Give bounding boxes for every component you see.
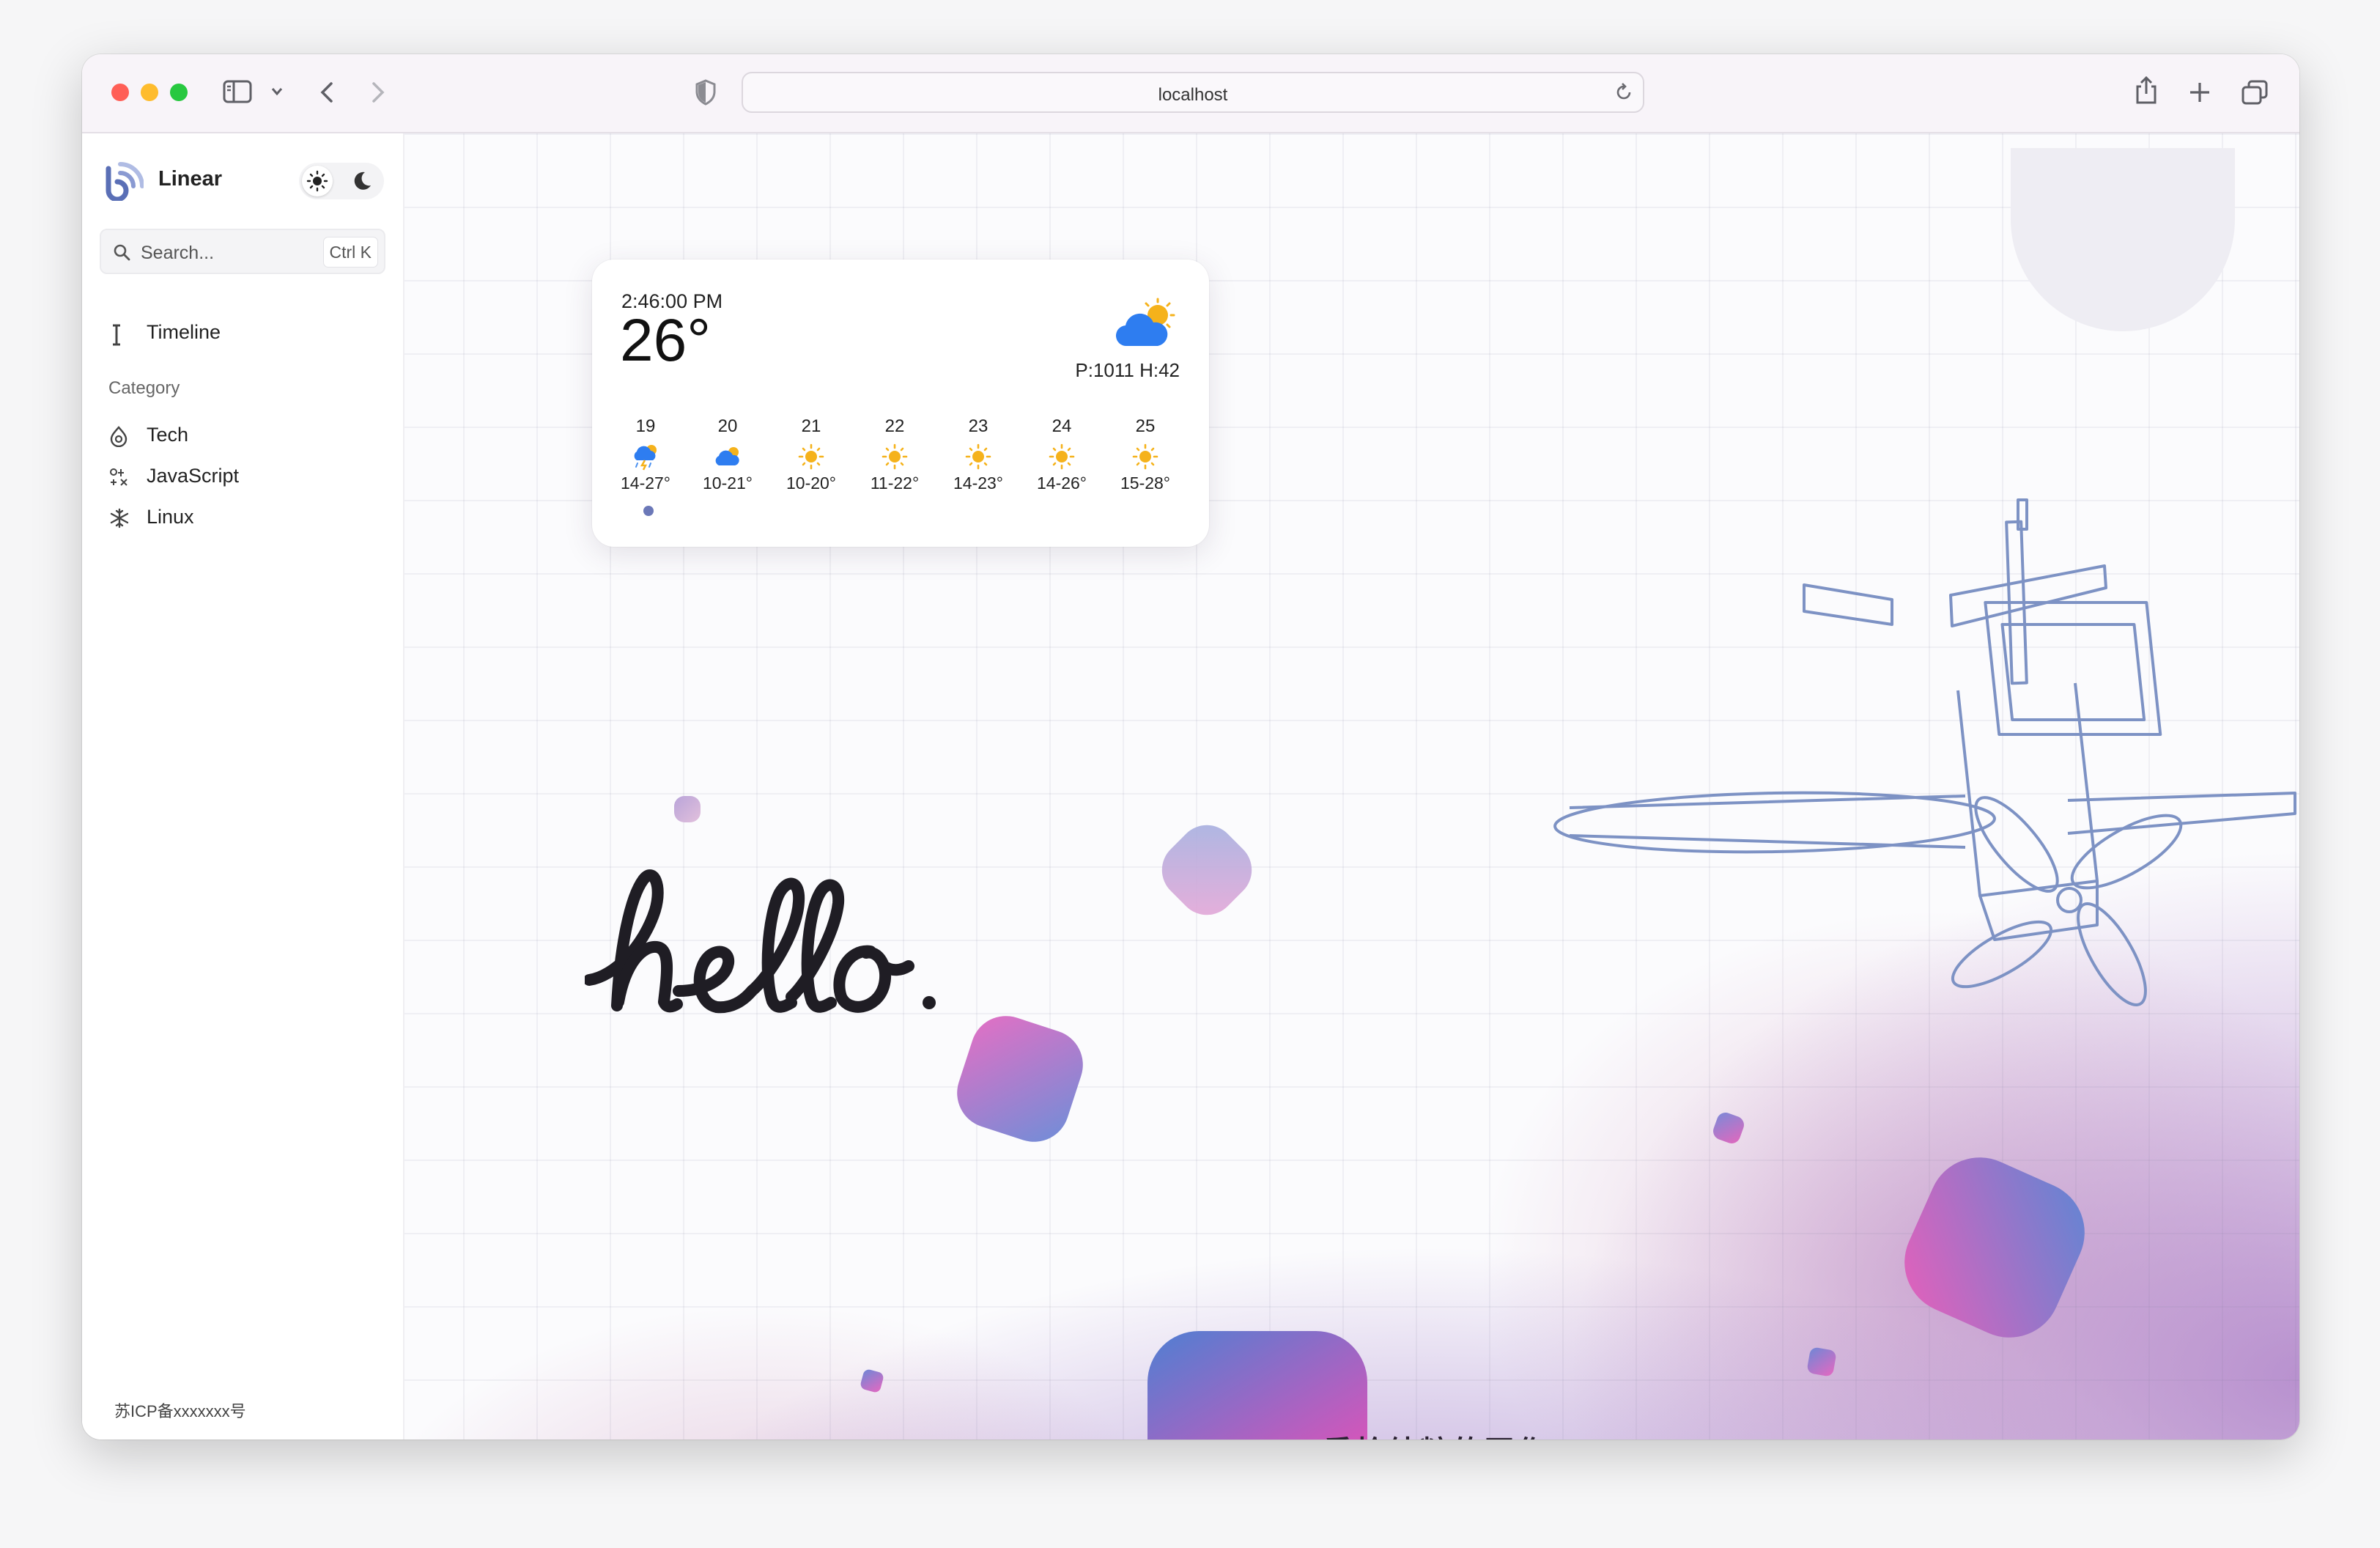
- zoom-window-button[interactable]: [170, 84, 188, 101]
- forecast-day: 21 10-20°: [771, 416, 851, 493]
- icp-license-link[interactable]: 苏ICP备xxxxxxx号: [114, 1398, 246, 1422]
- forward-icon[interactable]: [369, 81, 387, 104]
- sidebar-item-javascript[interactable]: JavaScript: [104, 465, 368, 490]
- sunny-icon: [771, 443, 851, 471]
- decorative-blob: [1713, 1113, 1744, 1143]
- weather-temperature: 26°: [620, 307, 712, 374]
- address-bar-text: localhost: [1158, 85, 1228, 105]
- forecast-date: 19: [635, 416, 656, 436]
- minimize-window-button[interactable]: [141, 84, 158, 101]
- forecast-day: 24 14-26°: [1021, 416, 1102, 493]
- brand-name[interactable]: Linear: [158, 167, 222, 191]
- forecast-date: 25: [1135, 416, 1156, 436]
- hero-tagline: 重拾纯粹的写作: [1323, 1428, 1549, 1440]
- browser-window: localhost Linear Search... Ctrl K Timeli…: [82, 54, 2299, 1440]
- search-shortcut-badge: Ctrl K: [322, 237, 378, 268]
- forecast-date: 20: [717, 416, 738, 436]
- hello-lettering: [585, 869, 936, 1014]
- sidebar-item-label: Timeline: [147, 321, 221, 343]
- forecast-day: 23 14-23°: [938, 416, 1019, 493]
- sidebar-item-tech[interactable]: Tech: [104, 424, 368, 449]
- decorative-blob: [1904, 1157, 2085, 1338]
- sidebar-toggle-icon[interactable]: [223, 79, 252, 104]
- forecast-date: 22: [884, 416, 905, 436]
- thunderstorm-icon: [605, 443, 686, 471]
- timeline-icon: [108, 322, 125, 353]
- decorative-blob: [1161, 825, 1252, 915]
- forecast-range: 14-26°: [1036, 473, 1087, 493]
- selected-day-indicator: [643, 506, 654, 516]
- linux-icon: [108, 507, 130, 534]
- search-placeholder: Search...: [141, 243, 215, 263]
- main-canvas: 2:46:00 PM 26° P:1011 H:42 19 14-27° 20 …: [404, 133, 2299, 1440]
- forecast-day: 19 14-27°: [605, 416, 686, 493]
- new-tab-icon[interactable]: [2188, 81, 2211, 104]
- decorative-blob: [860, 1369, 884, 1393]
- search-box[interactable]: Search... Ctrl K: [100, 229, 385, 274]
- close-window-button[interactable]: [111, 84, 129, 101]
- forecast-day: 25 15-28°: [1105, 416, 1186, 493]
- forecast-range: 14-27°: [620, 473, 671, 493]
- sidebar-item-timeline[interactable]: Timeline: [104, 321, 368, 347]
- privacy-shield-icon[interactable]: [695, 79, 717, 106]
- javascript-icon: [108, 466, 130, 493]
- forecast-day: 20 10-21°: [687, 416, 768, 493]
- moon-icon: [354, 172, 371, 190]
- chevron-down-icon[interactable]: [270, 86, 284, 97]
- partly-cloudy-icon: [687, 443, 768, 471]
- decorative-blob: [1807, 1347, 1836, 1376]
- tab-overview-icon[interactable]: [2241, 79, 2269, 106]
- pressure-humidity: P:1011 H:42: [1075, 359, 1180, 381]
- sidebar: Linear Search... Ctrl K Timeline Categor…: [82, 133, 404, 1440]
- airplane-wireframe-illustration: [1553, 498, 2296, 1006]
- light-mode-button[interactable]: [302, 166, 333, 196]
- category-heading: Category: [108, 378, 180, 398]
- partly-sunny-icon: [1112, 298, 1180, 354]
- forecast-range: 15-28°: [1120, 473, 1171, 493]
- sunny-icon: [1105, 443, 1186, 471]
- browser-toolbar: localhost: [82, 54, 2299, 133]
- sun-icon: [306, 170, 328, 192]
- share-icon[interactable]: [2134, 75, 2159, 106]
- forecast-date: 21: [801, 416, 821, 436]
- forecast-range: 14-23°: [953, 473, 1004, 493]
- weather-widget[interactable]: 2:46:00 PM 26° P:1011 H:42 19 14-27° 20 …: [592, 259, 1209, 547]
- brand-logo[interactable]: [103, 161, 144, 204]
- reload-icon[interactable]: [1614, 82, 1634, 106]
- tech-icon: [108, 425, 129, 452]
- sidebar-item-label: JavaScript: [147, 465, 240, 487]
- theme-toggle[interactable]: [299, 163, 384, 199]
- sidebar-item-linux[interactable]: Linux: [104, 506, 368, 531]
- sunny-icon: [1021, 443, 1102, 471]
- sunny-icon: [938, 443, 1019, 471]
- forecast-date: 24: [1052, 416, 1072, 436]
- back-icon[interactable]: [318, 81, 336, 104]
- forecast-date: 23: [968, 416, 988, 436]
- decorative-blob: [674, 796, 701, 822]
- address-bar[interactable]: localhost: [742, 72, 1644, 113]
- forecast-range: 10-21°: [702, 473, 753, 493]
- sidebar-item-label: Linux: [147, 506, 194, 528]
- sidebar-item-label: Tech: [147, 424, 189, 446]
- sunny-icon: [854, 443, 935, 471]
- forecast-day: 22 11-22°: [854, 416, 935, 493]
- forecast-range: 11-22°: [870, 473, 920, 493]
- decorative-blob: [1148, 1331, 1367, 1440]
- forecast-range: 10-20°: [786, 473, 837, 493]
- dark-mode-button[interactable]: [350, 169, 374, 196]
- search-icon: [113, 243, 132, 266]
